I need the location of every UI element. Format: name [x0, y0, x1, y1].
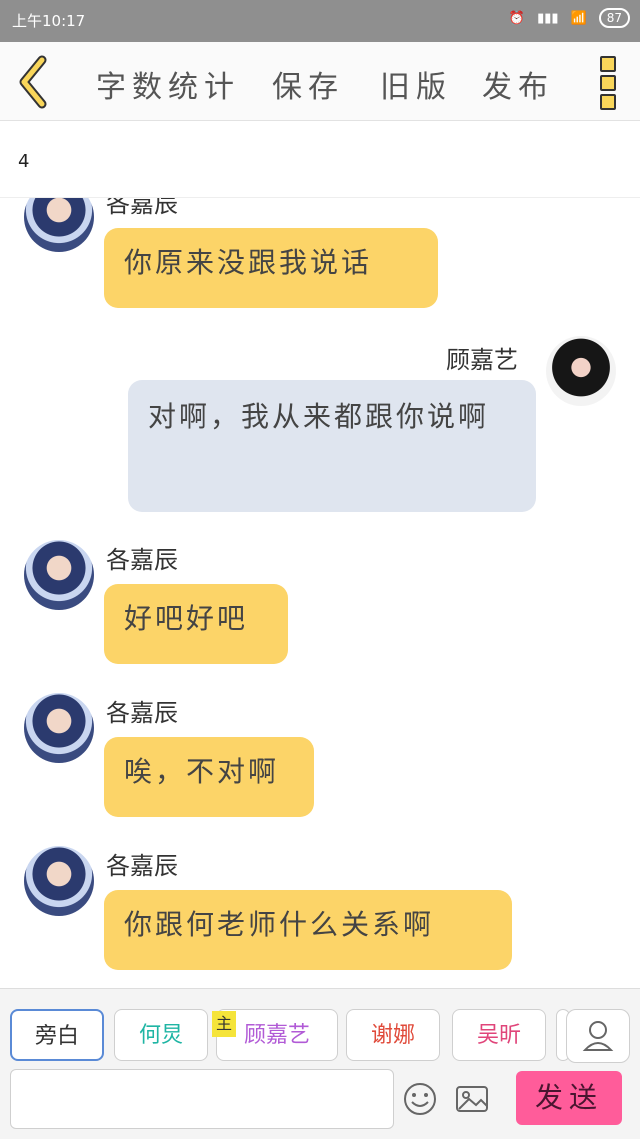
editor-toolbar: 字数统计 保存 旧版 发布 [0, 42, 640, 121]
role-chip-wuxin[interactable]: 吴昕 [452, 1009, 546, 1061]
main-role-badge: 主 [212, 1011, 236, 1037]
alarm-icon: ⏰ [508, 10, 526, 26]
message-item: 各嘉辰 唉，不对啊 [0, 687, 640, 822]
message-item: 各嘉辰 好吧好吧 [0, 534, 640, 669]
message-input[interactable] [10, 1069, 394, 1129]
send-button[interactable]: 发送 [516, 1071, 622, 1125]
old-version-button[interactable]: 旧版 [380, 62, 452, 106]
avatar[interactable] [24, 540, 94, 610]
avatar[interactable] [24, 198, 94, 252]
status-time: 上午10:17 [12, 12, 86, 30]
message-bubble[interactable]: 你原来没跟我说话 [104, 228, 438, 308]
message-bubble[interactable]: 你跟何老师什么关系啊 [104, 890, 512, 970]
emoji-icon[interactable] [402, 1081, 438, 1117]
signal-icon: ▮▮▮ [537, 10, 559, 26]
image-icon[interactable] [454, 1081, 490, 1117]
role-chip-hejiong[interactable]: 何炅 [114, 1009, 208, 1061]
message-bubble[interactable]: 唉，不对啊 [104, 737, 314, 817]
sender-name: 各嘉辰 [106, 546, 178, 574]
battery-indicator: 87 [598, 8, 630, 28]
sender-name: 各嘉辰 [106, 852, 178, 880]
sender-name: 各嘉辰 [106, 699, 178, 727]
status-icons: ⏰ ▮▮▮ 📶 87 [509, 8, 630, 28]
chapter-bar: 4 [0, 121, 640, 198]
message-bubble[interactable]: 好吧好吧 [104, 584, 288, 664]
more-menu-icon[interactable] [600, 56, 616, 110]
role-chip-narrator[interactable]: 旁白 [10, 1009, 104, 1061]
avatar[interactable] [24, 693, 94, 763]
publish-button[interactable]: 发布 [482, 62, 554, 106]
save-button[interactable]: 保存 [272, 62, 344, 106]
message-item: 顾嘉艺 对啊，我从来都跟你说啊 [0, 330, 640, 515]
sender-name: 各嘉辰 [106, 198, 178, 218]
avatar[interactable] [546, 336, 616, 406]
word-count-button[interactable]: 字数统计 [96, 62, 240, 106]
add-role-icon[interactable] [566, 1009, 630, 1063]
avatar[interactable] [24, 846, 94, 916]
message-item: 各嘉辰 你原来没跟我说话 [0, 198, 640, 318]
wifi-icon: 📶 [570, 10, 587, 26]
message-bubble[interactable]: 对啊，我从来都跟你说啊 [128, 380, 536, 512]
status-bar: 上午10:17 ⏰ ▮▮▮ 📶 87 [0, 0, 640, 42]
chat-area[interactable]: 各嘉辰 你原来没跟我说话 顾嘉艺 对啊，我从来都跟你说啊 各嘉辰 好吧好吧 各嘉… [0, 198, 640, 988]
chapter-count: 4 [18, 151, 30, 172]
message-item: 各嘉辰 你跟何老师什么关系啊 [0, 840, 640, 980]
back-icon[interactable] [14, 54, 54, 110]
sender-name: 顾嘉艺 [446, 346, 518, 374]
role-selector: 旁白 何炅 顾嘉艺 谢娜 吴昕 [8, 1009, 632, 1067]
composer-panel: 旁白 何炅 顾嘉艺 谢娜 吴昕 主 发送 [0, 988, 640, 1139]
role-chip-xiena[interactable]: 谢娜 [346, 1009, 440, 1061]
